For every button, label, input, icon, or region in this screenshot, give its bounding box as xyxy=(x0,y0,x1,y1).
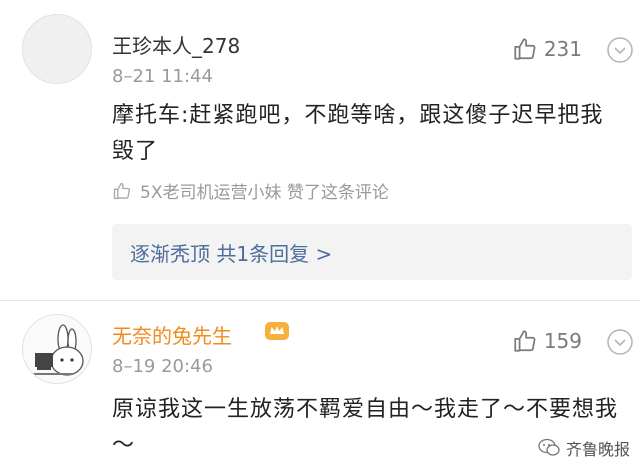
crown-badge-icon xyxy=(265,322,289,340)
avatar[interactable] xyxy=(22,14,92,84)
reply-link[interactable]: 逐渐秃顶 共1条回复 > xyxy=(130,238,332,267)
watermark: 齐鲁晚报 xyxy=(538,436,630,460)
username[interactable]: 王珍本人_278 xyxy=(112,30,240,59)
chevron-down-circle-icon[interactable] xyxy=(606,36,634,64)
thumbs-up-icon xyxy=(514,330,536,352)
comment-content: 摩托车:赶紧跑吧，不跑等啥，跟这傻子迟早把我毁了 xyxy=(112,103,604,164)
liked-by: 5X老司机运营小妹 赞了这条评论 xyxy=(112,178,389,203)
comment-item: 王珍本人_278 8–21 11:44 231 摩托车:赶紧跑吧，不跑等啥，跟这… xyxy=(0,0,640,300)
thumbs-up-icon xyxy=(514,38,536,60)
like-button[interactable]: 159 xyxy=(512,326,582,356)
timestamp: 8–21 11:44 xyxy=(112,66,213,87)
liked-by-text: 5X老司机运营小妹 赞了这条评论 xyxy=(140,183,389,203)
like-count: 231 xyxy=(543,37,582,61)
like-button[interactable]: 231 xyxy=(512,34,582,64)
watermark-text: 齐鲁晚报 xyxy=(565,440,630,459)
avatar[interactable] xyxy=(22,314,92,384)
like-count: 159 xyxy=(543,329,582,353)
chevron-down-circle-icon[interactable] xyxy=(606,328,634,356)
thumbs-up-icon xyxy=(113,182,131,199)
reply-preview[interactable]: 逐渐秃顶 共1条回复 > xyxy=(112,224,632,280)
username[interactable]: 无奈的兔先生 xyxy=(112,320,232,349)
wechat-icon xyxy=(538,438,560,456)
timestamp: 8–19 20:46 xyxy=(112,356,213,377)
